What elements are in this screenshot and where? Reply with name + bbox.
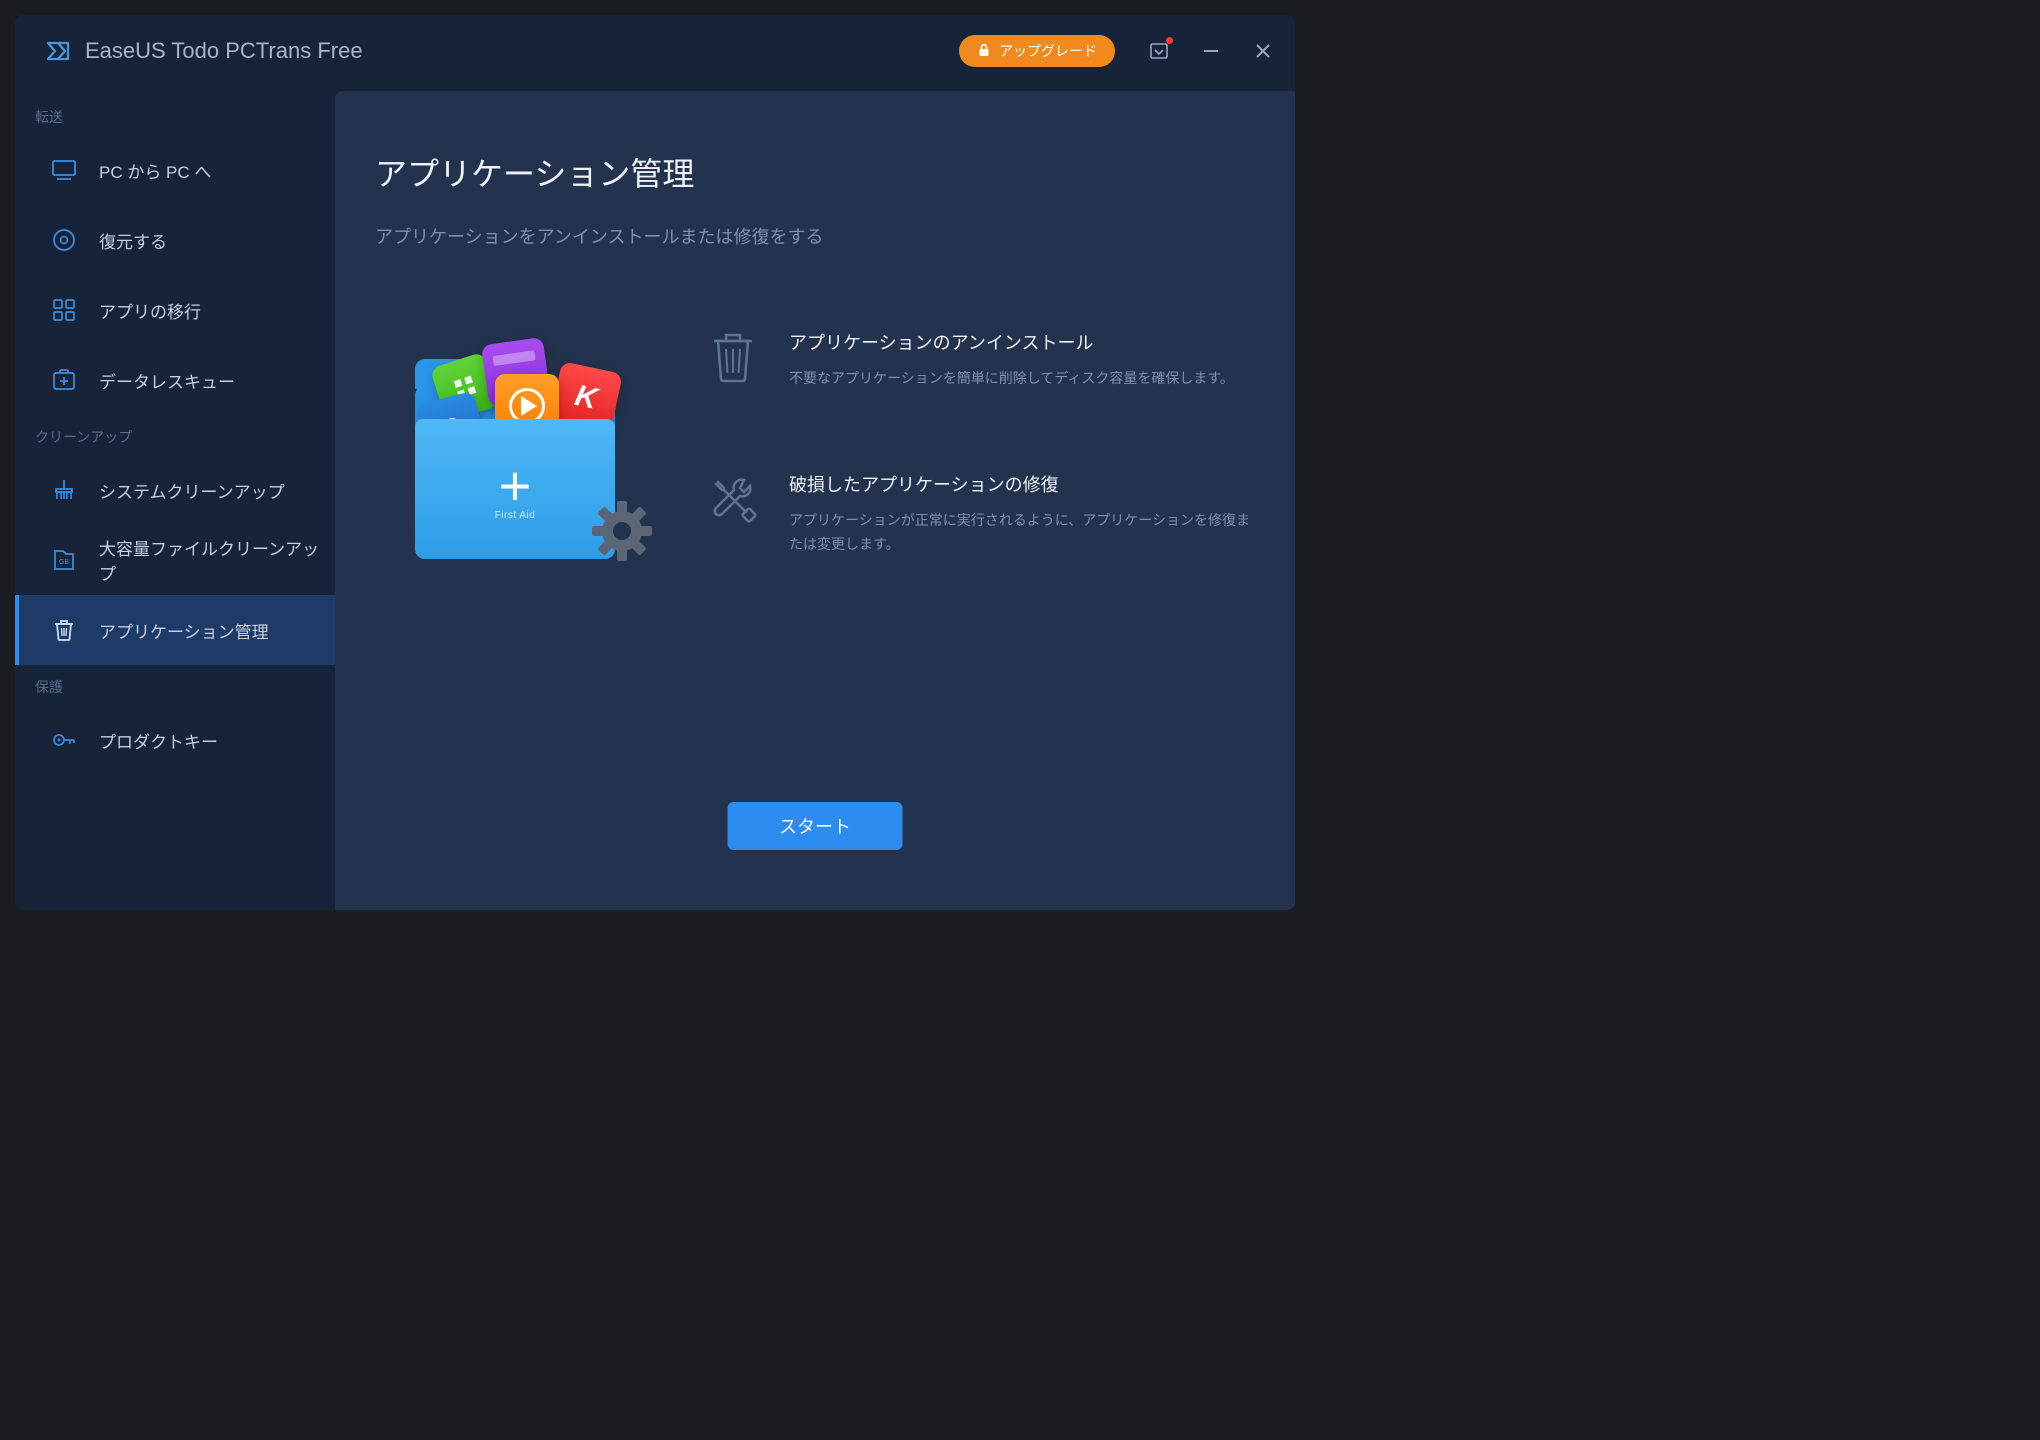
sidebar-item-restore[interactable]: 復元する	[15, 205, 335, 275]
sidebar-item-label: プロダクトキー	[99, 728, 218, 753]
start-label: スタート	[779, 813, 851, 839]
app-title: EaseUS Todo PCTrans Free	[85, 38, 947, 64]
gb-file-icon: GB	[51, 547, 77, 573]
sidebar-item-label: 大容量ファイルクリーンアップ	[99, 535, 335, 585]
sidebar-item-product-key[interactable]: プロダクトキー	[15, 705, 335, 775]
gear-icon	[587, 496, 657, 571]
sidebar-item-label: アプリケーション管理	[99, 618, 269, 643]
close-button[interactable]	[1251, 39, 1275, 63]
broom-icon	[51, 477, 77, 503]
feature-area: K + First Aid	[375, 319, 1255, 579]
sidebar: 転送 PC から PC へ 復元する アプリの移行	[15, 87, 335, 910]
sidebar-section-protection: 保護	[15, 665, 335, 705]
trash-icon	[51, 617, 77, 643]
sidebar-item-label: 復元する	[99, 228, 167, 253]
sidebar-section-cleanup: クリーンアップ	[15, 415, 335, 455]
sidebar-item-label: システムクリーンアップ	[99, 478, 285, 503]
gift-icon[interactable]	[1147, 39, 1171, 63]
monitor-icon	[51, 157, 77, 183]
first-aid-icon	[51, 367, 77, 393]
sidebar-item-pc-to-pc[interactable]: PC から PC へ	[15, 135, 335, 205]
feature-title: 破損したアプリケーションの修復	[789, 471, 1255, 497]
page-subtitle: アプリケーションをアンインストールまたは修復をする	[375, 223, 1255, 249]
upgrade-button[interactable]: アップグレード	[959, 35, 1115, 67]
app-window: EaseUS Todo PCTrans Free アップグレード 転送	[15, 15, 1295, 910]
lock-icon	[977, 43, 991, 60]
sidebar-item-label: アプリの移行	[99, 298, 201, 323]
main-content: アプリケーション管理 アプリケーションをアンインストールまたは修復をする K	[335, 91, 1295, 910]
feature-repair: 破損したアプリケーションの修復 アプリケーションが正常に実行されるように、アプリ…	[705, 471, 1255, 557]
sidebar-item-label: PC から PC へ	[99, 158, 211, 183]
sidebar-item-large-file-cleanup[interactable]: GB 大容量ファイルクリーンアップ	[15, 525, 335, 595]
svg-text:GB: GB	[59, 559, 69, 566]
notification-dot-icon	[1166, 37, 1173, 44]
minimize-button[interactable]	[1199, 39, 1223, 63]
apps-grid-icon	[51, 297, 77, 323]
plus-icon: +	[499, 458, 532, 514]
feature-list: アプリケーションのアンインストール 不要なアプリケーションを簡単に削除してディス…	[705, 319, 1255, 579]
sidebar-item-app-management[interactable]: アプリケーション管理	[15, 595, 335, 665]
app-body: 転送 PC から PC へ 復元する アプリの移行	[15, 87, 1295, 910]
folder-illustration: K + First Aid	[375, 319, 665, 579]
key-icon	[51, 727, 77, 753]
feature-uninstall: アプリケーションのアンインストール 不要なアプリケーションを簡単に削除してディス…	[705, 329, 1255, 391]
disc-icon	[51, 227, 77, 253]
titlebar-controls	[1147, 39, 1275, 63]
feature-desc: アプリケーションが正常に実行されるように、アプリケーションを修復または変更します…	[789, 509, 1255, 557]
upgrade-label: アップグレード	[999, 41, 1097, 61]
first-aid-label: First Aid	[495, 510, 536, 521]
sidebar-section-transfer: 転送	[15, 95, 335, 135]
sidebar-item-app-migration[interactable]: アプリの移行	[15, 275, 335, 345]
app-logo-icon	[45, 37, 73, 65]
trash-can-icon	[705, 329, 761, 385]
sidebar-item-label: データレスキュー	[99, 368, 235, 393]
sidebar-item-data-rescue[interactable]: データレスキュー	[15, 345, 335, 415]
wrench-screwdriver-icon	[705, 471, 761, 527]
start-button[interactable]: スタート	[728, 802, 903, 850]
titlebar: EaseUS Todo PCTrans Free アップグレード	[15, 15, 1295, 87]
feature-desc: 不要なアプリケーションを簡単に削除してディスク容量を確保します。	[789, 367, 1255, 391]
sidebar-item-system-cleanup[interactable]: システムクリーンアップ	[15, 455, 335, 525]
feature-title: アプリケーションのアンインストール	[789, 329, 1255, 355]
page-title: アプリケーション管理	[375, 149, 1255, 195]
